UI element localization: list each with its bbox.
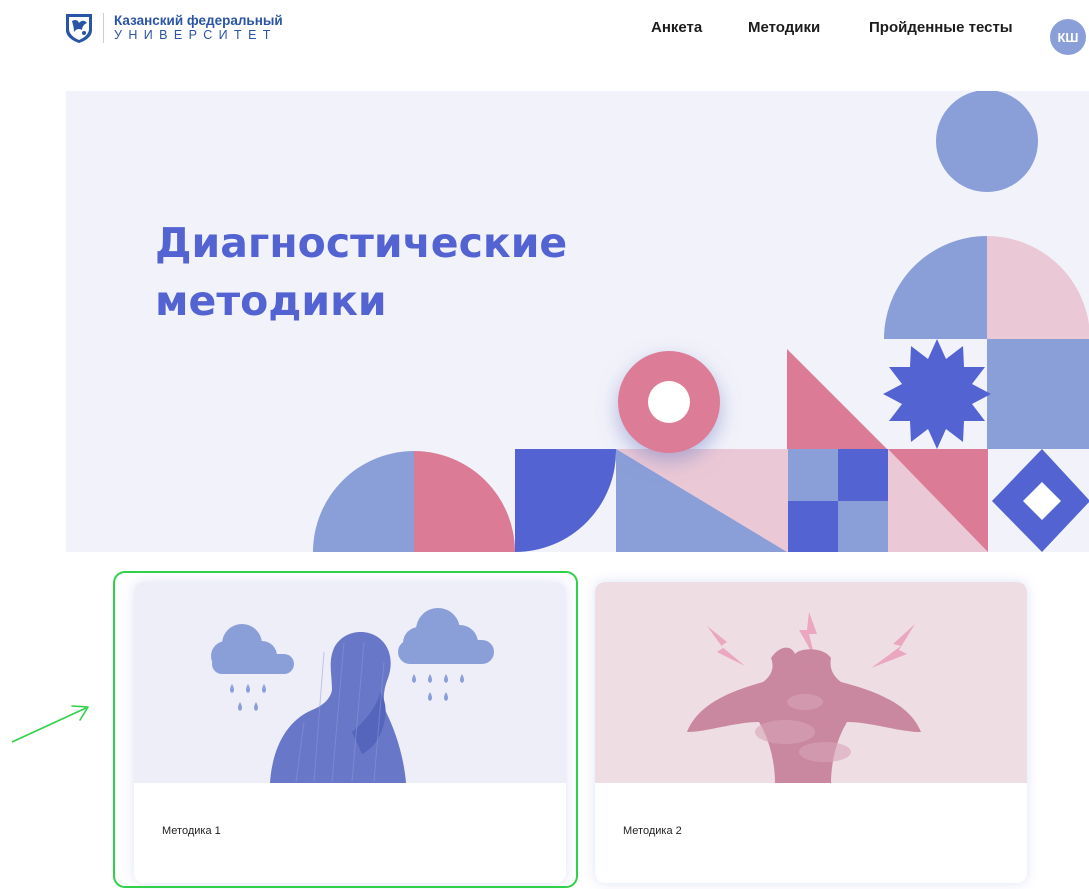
- top-header: Казанский федеральный УНИВЕРСИТЕТ Анкета…: [0, 0, 1089, 70]
- pointer-arrow-icon: [11, 705, 89, 743]
- method-card-2[interactable]: Методика 2: [595, 582, 1027, 883]
- nav-anketa[interactable]: Анкета: [651, 19, 702, 36]
- hero-banner: Диагностические методики: [66, 91, 1089, 552]
- logo-divider: [103, 13, 104, 43]
- card-image-1: [134, 582, 566, 783]
- kfu-crest-icon: [66, 14, 92, 43]
- method-card-1[interactable]: Методика 1: [134, 582, 566, 883]
- quarter-circle-shape: [987, 236, 1089, 339]
- quarter-circle-shape: [884, 236, 987, 339]
- sad-person-rain-icon: [211, 608, 494, 783]
- kfu-logo[interactable]: Казанский федеральный УНИВЕРСИТЕТ: [64, 12, 283, 44]
- card-title-2: Методика 2: [623, 825, 682, 837]
- nav-passed-tests[interactable]: Пройденные тесты: [869, 19, 1013, 36]
- checker-square: [788, 449, 838, 501]
- user-avatar[interactable]: КШ: [1050, 19, 1086, 55]
- card-image-2: [595, 582, 1027, 783]
- nav-metodiki[interactable]: Методики: [748, 19, 820, 36]
- half-circle-shape: [313, 451, 414, 552]
- square-shape: [987, 339, 1089, 449]
- checker-square: [838, 449, 888, 501]
- logo-line-1: Казанский федеральный: [114, 13, 283, 28]
- stressed-person-lightning-icon: [687, 612, 921, 783]
- hero-title: Диагностические методики: [155, 219, 568, 325]
- donut-hole: [648, 381, 690, 423]
- circle-shape: [936, 91, 1038, 192]
- checker-square: [838, 501, 888, 552]
- triangle-shape: [787, 349, 887, 449]
- star-shape: [883, 339, 991, 449]
- card-title-1: Методика 1: [162, 825, 221, 837]
- logo-wordmark: Казанский федеральный УНИВЕРСИТЕТ: [114, 13, 283, 43]
- logo-line-2: УНИВЕРСИТЕТ: [114, 28, 277, 42]
- half-circle-shape: [414, 451, 515, 552]
- quarter-circle-shape: [515, 449, 617, 552]
- checker-square: [788, 501, 838, 552]
